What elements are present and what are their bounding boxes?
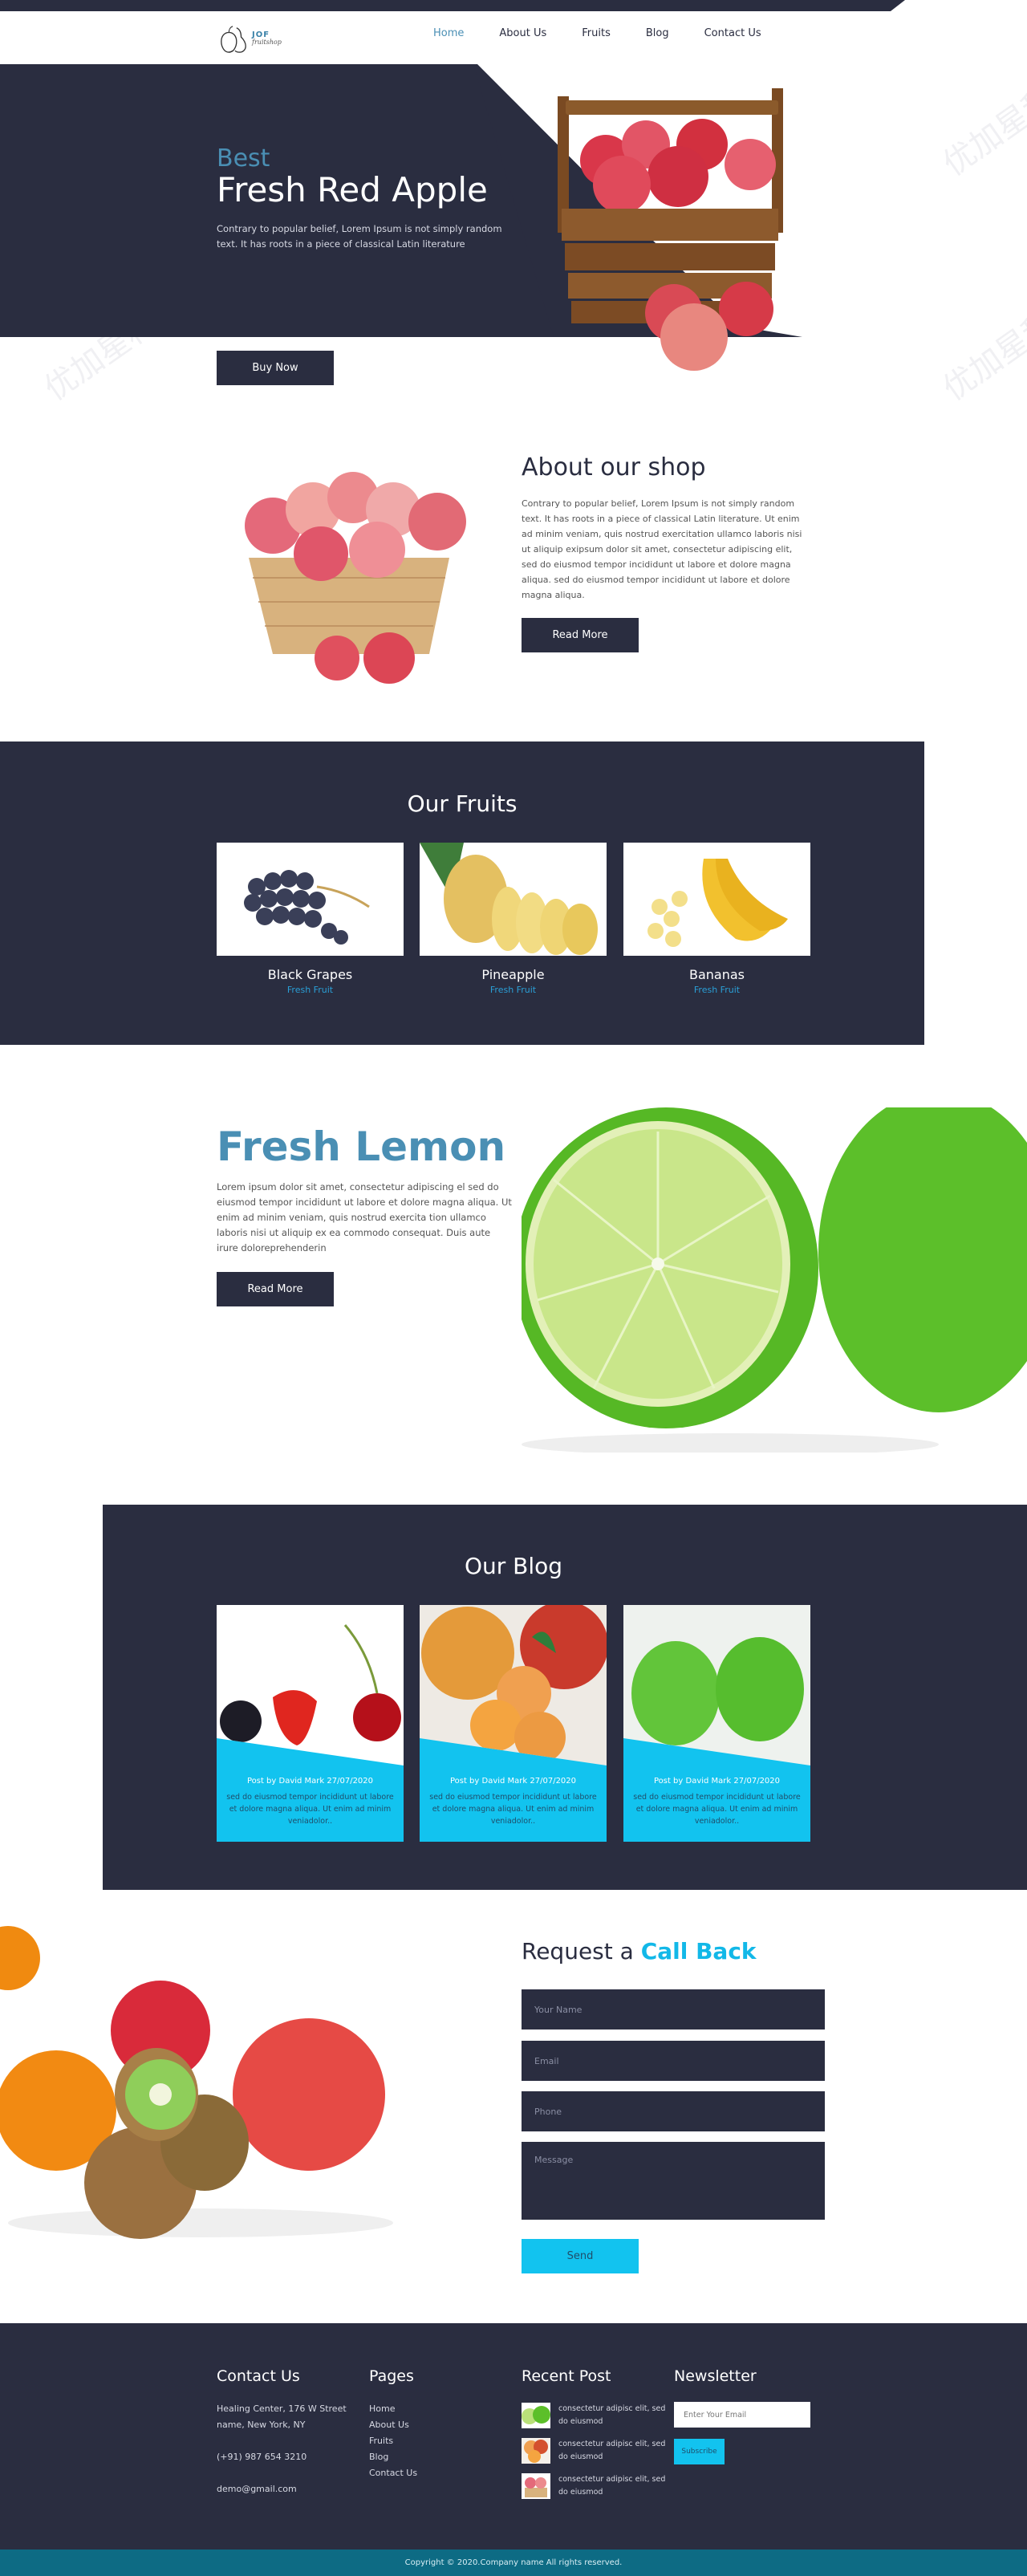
fruit-name: Bananas <box>688 967 745 982</box>
footer-link-blog[interactable]: Blog <box>369 2449 417 2465</box>
recent-post-text: consectetur adipisc elit, sed do eiusmod <box>558 2440 666 2461</box>
nav-home[interactable]: Home <box>433 27 464 39</box>
blog-title: Our Blog <box>464 1553 563 1579</box>
buy-now-button[interactable]: Buy Now <box>217 351 334 385</box>
fruit-card[interactable] <box>420 843 607 956</box>
hero-kicker: Best <box>217 144 270 173</box>
fruit-name: Pineapple <box>481 967 545 982</box>
copyright-bar: Copyright © 2020.Company name All rights… <box>0 2550 1027 2576</box>
mixed-fruits-image <box>0 1926 393 2239</box>
apple-basket-thumbnail <box>522 2473 550 2499</box>
peaches-image <box>420 1605 607 1765</box>
footer-contact-heading: Contact Us <box>217 2367 300 2385</box>
lemon-description: Lorem ipsum dolor sit amet, consectetur … <box>217 1181 512 1253</box>
footer-email[interactable]: demo@gmail.com <box>217 2481 297 2497</box>
recent-post-text: consectetur adipisc elit, sed do eiusmod <box>558 2475 666 2497</box>
nav-blog[interactable]: Blog <box>646 27 669 39</box>
fruits-title: Our Fruits <box>407 790 518 817</box>
footer-link-contact-us[interactable]: Contact Us <box>369 2465 417 2481</box>
watermark: 优加星科技 <box>936 61 1027 184</box>
blog-post-excerpt: sed do eiusmod tempor incididunt ut labo… <box>429 1793 597 1826</box>
nav-about-us[interactable]: About Us <box>499 27 546 39</box>
blog-card[interactable]: Post by David Mark 27/07/2020 sed do eiu… <box>217 1605 404 1842</box>
blog-card[interactable]: Post by David Mark 27/07/2020 sed do eiu… <box>420 1605 607 1842</box>
pineapple-image <box>420 843 598 955</box>
recent-post[interactable]: consectetur adipisc elit, sed do eiusmod <box>522 2473 666 2501</box>
about-title: About our shop <box>522 453 706 481</box>
send-button[interactable]: Send <box>522 2239 639 2273</box>
recent-post-text: consectetur adipisc elit, sed do eiusmod <box>558 2404 666 2426</box>
newsletter-email-input[interactable] <box>674 2402 810 2428</box>
fruit-card[interactable] <box>217 843 404 956</box>
blog-post-meta: Post by David Mark 27/07/2020 <box>653 1777 781 1786</box>
hero-title: Fresh Red Apple <box>217 170 488 209</box>
peaches-thumbnail <box>522 2438 550 2464</box>
footer-recent-heading: Recent Post <box>522 2367 611 2385</box>
logo[interactable]: JOF fruitshop <box>218 22 306 55</box>
lime-image <box>522 1107 1027 1453</box>
nav-fruits[interactable]: Fruits <box>582 27 611 39</box>
blog-post-meta: Post by David Mark 27/07/2020 <box>246 1777 374 1786</box>
copyright-text: Copyright © 2020.Company name All rights… <box>404 2558 623 2567</box>
lime-thumbnail <box>522 2403 550 2428</box>
logo-tagline: fruitshop <box>252 39 282 46</box>
main-nav: Home About Us Fruits Blog Contact Us <box>433 27 797 39</box>
site-footer <box>0 2323 1027 2550</box>
email-input[interactable] <box>522 2041 825 2081</box>
green-apples-image <box>623 1605 810 1765</box>
blog-post-excerpt: sed do eiusmod tempor incididunt ut labo… <box>633 1793 801 1826</box>
blog-post-excerpt: sed do eiusmod tempor incididunt ut labo… <box>226 1793 394 1826</box>
nav-contact-us[interactable]: Contact Us <box>704 27 761 39</box>
callback-title: Request a Call Back <box>522 1938 757 1965</box>
footer-pages-heading: Pages <box>369 2367 414 2385</box>
recent-post[interactable]: consectetur adipisc elit, sed do eiusmod <box>522 2403 666 2430</box>
recent-post[interactable]: consectetur adipisc elit, sed do eiusmod <box>522 2438 666 2465</box>
footer-link-home[interactable]: Home <box>369 2401 417 2417</box>
top-strip <box>0 0 905 11</box>
apple-basket-image <box>245 472 466 684</box>
hero-description: Contrary to popular belief, Lorem Ipsum … <box>217 223 502 250</box>
subscribe-button[interactable]: Subscribe <box>674 2439 725 2464</box>
footer-link-fruits[interactable]: Fruits <box>369 2433 417 2449</box>
about-description: Contrary to popular belief, Lorem Ipsum … <box>522 498 802 600</box>
about-read-more-button[interactable]: Read More <box>522 618 639 652</box>
blog-card[interactable]: Post by David Mark 27/07/2020 sed do eiu… <box>623 1605 810 1842</box>
footer-phone: (+91) 987 654 3210 <box>217 2452 307 2462</box>
message-input[interactable] <box>522 2142 825 2220</box>
fruit-subtitle: Fresh Fruit <box>489 985 537 995</box>
callback-title-prefix: Request a <box>522 1938 641 1965</box>
fruit-subtitle: Fresh Fruit <box>286 985 334 995</box>
footer-pages-links: Home About Us Fruits Blog Contact Us <box>369 2401 417 2481</box>
fruit-card[interactable] <box>623 843 810 956</box>
callback-title-accent: Call Back <box>640 1938 757 1965</box>
footer-newsletter-heading: Newsletter <box>674 2367 757 2385</box>
watermark: 优加星科技 <box>936 286 1027 408</box>
black-grapes-image <box>244 870 370 945</box>
berries-cherry-image <box>217 1605 404 1765</box>
lemon-title: Fresh Lemon <box>217 1123 506 1170</box>
footer-address: Healing Center, 176 W Street name, New Y… <box>217 2403 347 2430</box>
footer-link-about-us[interactable]: About Us <box>369 2417 417 2433</box>
fruit-name: Black Grapes <box>267 967 353 982</box>
fruit-logo-icon <box>221 26 246 53</box>
fruit-subtitle: Fresh Fruit <box>693 985 741 995</box>
name-input[interactable] <box>522 1989 825 2030</box>
apple-crate-image <box>558 88 783 371</box>
blog-post-meta: Post by David Mark 27/07/2020 <box>449 1777 577 1786</box>
lemon-read-more-button[interactable]: Read More <box>217 1272 334 1306</box>
phone-input[interactable] <box>522 2091 825 2131</box>
bananas-image <box>647 859 788 947</box>
